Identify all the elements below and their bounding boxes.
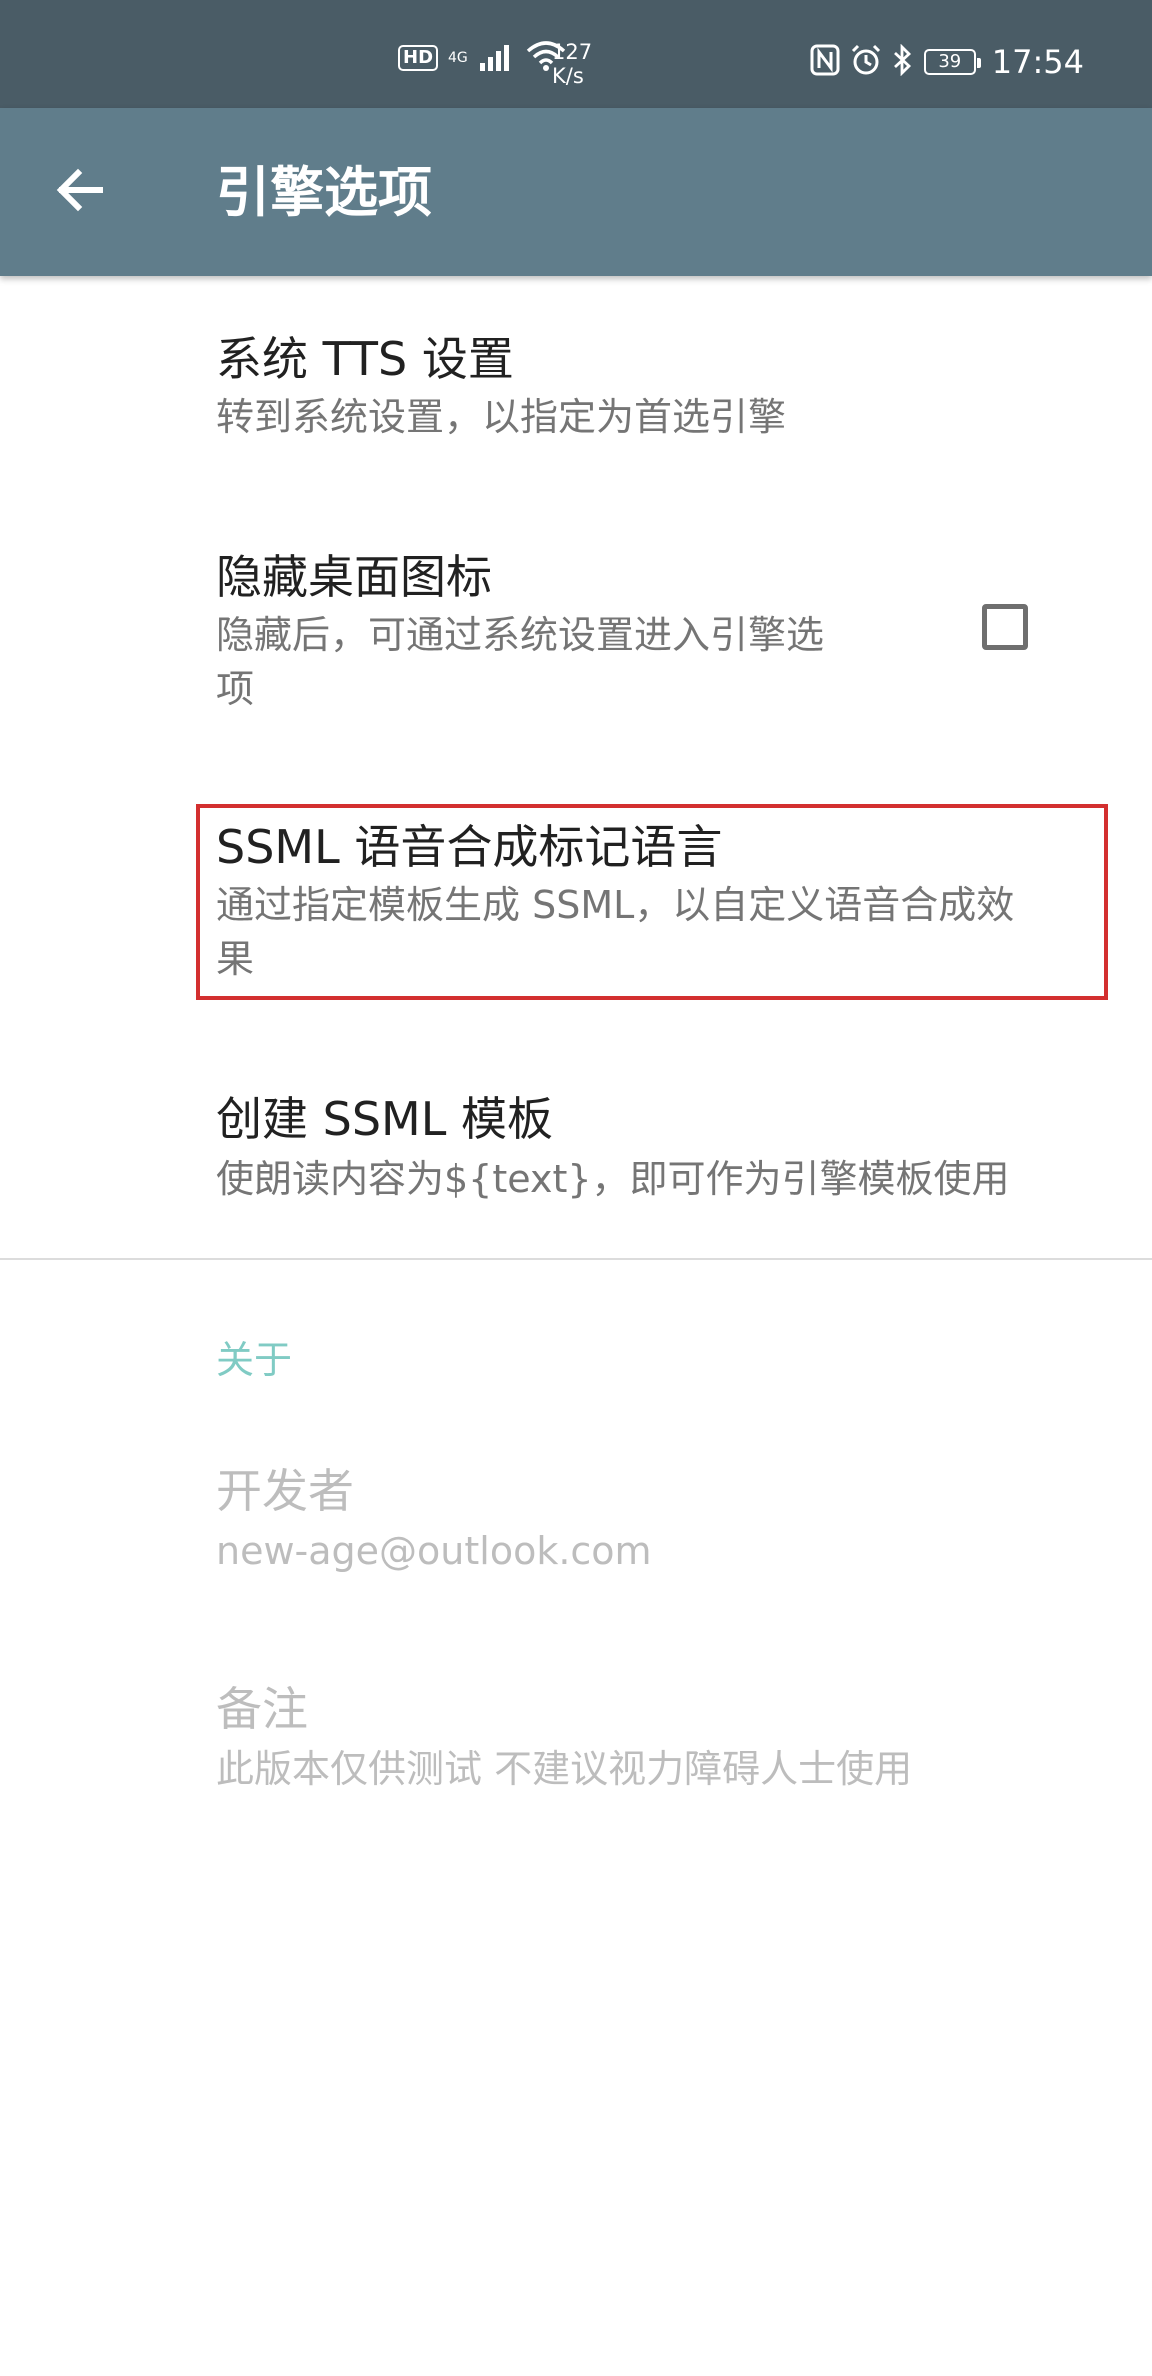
pref-system-tts-settings[interactable]: 系统 TTS 设置 转到系统设置，以指定为首选引擎 xyxy=(0,276,1152,466)
network-speed-unit: K/s xyxy=(552,64,584,88)
battery-icon: 39 xyxy=(923,49,981,75)
arrow-left-icon xyxy=(54,164,106,220)
status-left-icons: HD 4G xyxy=(398,38,566,78)
network-speed-value: 127 xyxy=(552,40,593,64)
pref-summary-line1: 通过指定模板生成 SSML，以自定义语音合成效 xyxy=(216,883,1015,927)
app-bar: 引擎选项 xyxy=(0,108,1152,276)
hide-icon-checkbox[interactable] xyxy=(982,604,1028,650)
pref-title: SSML 语音合成标记语言 xyxy=(216,820,723,874)
pref-summary: new-age@outlook.com xyxy=(216,1529,652,1573)
pref-title: 开发者 xyxy=(216,1464,354,1518)
pref-summary: 此版本仅供测试 不建议视力障碍人士使用 xyxy=(216,1747,913,1791)
hd-badge: HD xyxy=(398,45,439,71)
network-type: 4G xyxy=(448,51,468,65)
pref-create-ssml-template[interactable]: 创建 SSML 模板 使朗读内容为${text}，即可作为引擎模板使用 xyxy=(0,1060,1152,1256)
bluetooth-icon xyxy=(892,43,914,80)
back-button[interactable] xyxy=(40,152,120,232)
category-about: 关于 xyxy=(216,1338,293,1382)
status-right-icons: 39 17:54 xyxy=(810,40,1084,84)
pref-title: 备注 xyxy=(216,1682,308,1736)
pref-summary-line2: 项 xyxy=(216,667,255,711)
pref-summary: 使朗读内容为${text}，即可作为引擎模板使用 xyxy=(216,1157,1010,1201)
pref-title: 隐藏桌面图标 xyxy=(216,550,492,604)
network-speed: 127 K/s xyxy=(552,40,592,88)
network-type-label: 4G xyxy=(448,50,468,66)
section-divider xyxy=(0,1258,1152,1260)
pref-summary: 转到系统设置，以指定为首选引擎 xyxy=(216,395,787,439)
page-title: 引擎选项 xyxy=(216,161,432,224)
pref-hide-desktop-icon[interactable]: 隐藏桌面图标 隐藏后，可通过系统设置进入引擎选 项 xyxy=(0,500,1152,750)
nfc-icon xyxy=(810,44,840,80)
pref-title: 创建 SSML 模板 xyxy=(216,1092,553,1146)
signal-icon xyxy=(479,41,516,75)
status-bar: HD 4G 127 K/s 39 17:54 xyxy=(0,0,1152,108)
pref-summary-line1: 隐藏后，可通过系统设置进入引擎选 xyxy=(216,613,825,657)
status-time: 17:54 xyxy=(991,43,1084,81)
alarm-icon xyxy=(850,44,882,80)
pref-ssml[interactable]: SSML 语音合成标记语言 通过指定模板生成 SSML，以自定义语音合成效 果 xyxy=(0,772,1152,1032)
pref-notes: 备注 此版本仅供测试 不建议视力障碍人士使用 xyxy=(0,1640,1152,1840)
pref-title: 系统 TTS 设置 xyxy=(216,332,514,386)
pref-summary-line2: 果 xyxy=(216,937,255,981)
pref-developer: 开发者 new-age@outlook.com xyxy=(0,1420,1152,1620)
